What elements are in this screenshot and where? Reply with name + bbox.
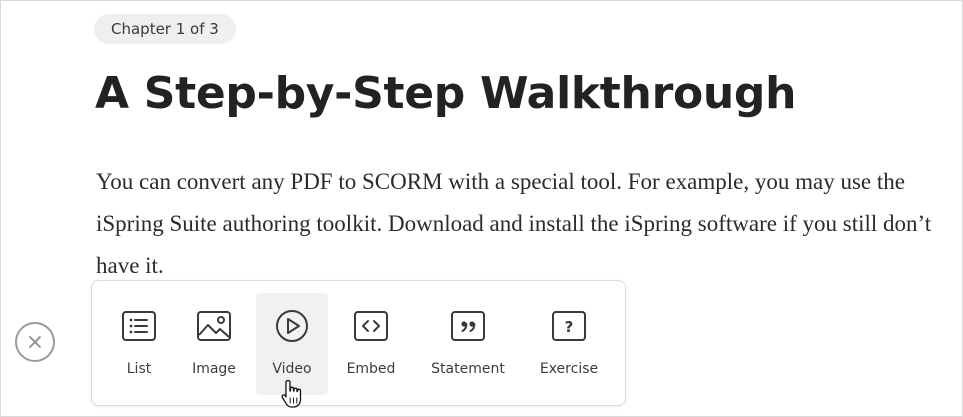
- code-icon-wrap: [352, 307, 390, 345]
- question-icon: ?: [552, 311, 586, 341]
- image-icon-wrap: [195, 307, 233, 345]
- chapter-badge: Chapter 1 of 3: [94, 14, 236, 44]
- body-paragraph[interactable]: You can convert any PDF to SCORM with a …: [96, 161, 956, 287]
- close-icon: [29, 336, 41, 348]
- image-button[interactable]: Image: [181, 293, 247, 395]
- list-button[interactable]: List: [106, 293, 172, 395]
- insert-block-toolbar: List Image Video Embed Statement ? Exerc…: [91, 280, 626, 406]
- quote-icon: [451, 311, 485, 341]
- page-title[interactable]: A Step-by-Step Walkthrough: [95, 66, 796, 122]
- svg-text:?: ?: [565, 318, 574, 336]
- quote-icon-wrap: [449, 307, 487, 345]
- statement-label: Statement: [431, 361, 505, 377]
- hand-pointer-icon: [281, 379, 302, 408]
- statement-button[interactable]: Statement: [425, 293, 511, 395]
- code-icon: [354, 311, 388, 341]
- exercise-label: Exercise: [539, 361, 599, 377]
- video-label: Video: [272, 361, 312, 377]
- image-icon: [197, 311, 231, 341]
- list-icon-wrap: [120, 307, 158, 345]
- list-label: List: [126, 361, 152, 377]
- play-icon-wrap: [273, 307, 311, 345]
- play-icon: [276, 310, 308, 342]
- question-icon-wrap: ?: [550, 307, 588, 345]
- list-icon: [122, 311, 156, 341]
- embed-label: Embed: [346, 361, 396, 377]
- close-button[interactable]: [15, 322, 55, 362]
- embed-button[interactable]: Embed: [338, 293, 404, 395]
- image-label: Image: [192, 361, 236, 377]
- exercise-button[interactable]: ? Exercise: [533, 293, 605, 395]
